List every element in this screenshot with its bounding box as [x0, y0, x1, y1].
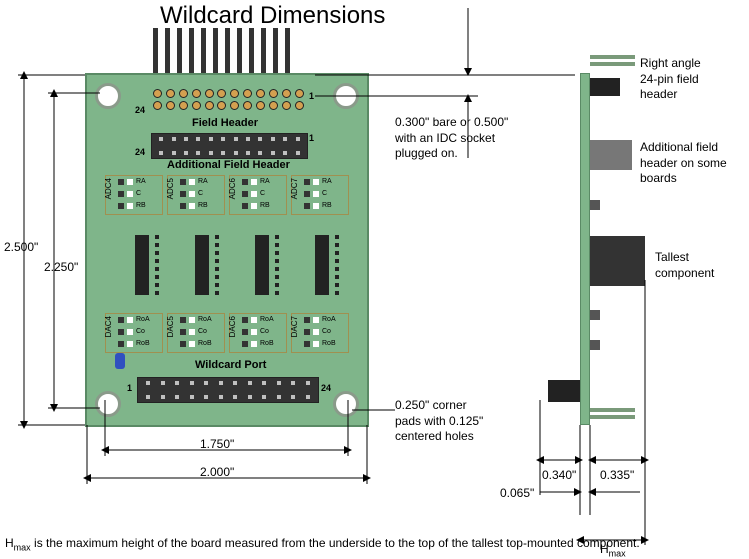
- adc-row: ADC4RACRBADC5RACRBADC6RACRBADC7RACRB: [105, 175, 349, 215]
- field-header-block: [151, 89, 306, 117]
- addl-field-header-block: [151, 133, 308, 159]
- pin-label: 24: [135, 105, 145, 115]
- dac-group: DAC6RoACoRoB: [229, 313, 287, 353]
- dip-chip: [195, 235, 209, 295]
- dim-side-board: 0.065": [500, 486, 534, 500]
- wildcard-port-label: Wildcard Port: [195, 359, 266, 371]
- pcb-top-view: 24 1 Field Header 24 1 Additional Field …: [85, 73, 369, 427]
- dac-group: DAC5RoACoRoB: [167, 313, 225, 353]
- dim-side-back: 0.335": [600, 468, 634, 482]
- adc-group: ADC7RACRB: [291, 175, 349, 215]
- addl-field-header-label: Additional Field Header: [167, 159, 290, 171]
- mounting-hole: [95, 391, 121, 417]
- dim-height-outer: 2.500": [4, 240, 38, 254]
- pin-label: 24: [321, 383, 331, 393]
- adc-group: ADC5RACRB: [167, 175, 225, 215]
- side-pin: [590, 415, 635, 419]
- side-pin: [590, 55, 635, 59]
- side-pin: [590, 62, 635, 66]
- mounting-hole: [333, 83, 359, 109]
- side-addl-header: [590, 140, 632, 170]
- mounting-hole: [333, 391, 359, 417]
- dac-row: DAC4RoACoRoBDAC5RoACoRoBDAC6RoACoRoBDAC7…: [105, 313, 349, 353]
- callout-right-angle: Right angle 24-pin field header: [640, 56, 701, 103]
- footnote: Hmax is the maximum height of the board …: [5, 536, 640, 554]
- field-header-pins: [153, 28, 290, 76]
- dim-width-outer: 2.000": [200, 465, 234, 479]
- dim-side-front: 0.340": [542, 468, 576, 482]
- callout-tallest: Tallest component: [655, 250, 714, 281]
- pcb-side-view: [580, 73, 590, 425]
- callout-addl-field: Additional field header on some boards: [640, 140, 727, 187]
- dim-height-inner: 2.250": [44, 260, 78, 274]
- dip-chip: [315, 235, 329, 295]
- pin-label: 24: [135, 147, 145, 157]
- side-bottom-header: [548, 380, 580, 402]
- mounting-hole: [95, 83, 121, 109]
- side-small-comp: [590, 340, 600, 350]
- dip-chip: [255, 235, 269, 295]
- side-pin: [590, 408, 635, 412]
- side-small-comp: [590, 310, 600, 320]
- dip-chip: [135, 235, 149, 295]
- field-header-label: Field Header: [192, 117, 258, 129]
- pin-label: 1: [309, 133, 314, 143]
- diagram-title: Wildcard Dimensions: [160, 2, 385, 30]
- wildcard-port-block: [137, 377, 319, 403]
- side-tallest-component: [590, 236, 645, 286]
- callout-bare-socket: 0.300" bare or 0.500" with an IDC socket…: [395, 115, 508, 162]
- capacitor: [115, 353, 125, 369]
- callout-corner-pads: 0.250" corner pads with 0.125" centered …: [395, 398, 483, 445]
- dac-group: DAC7RoACoRoB: [291, 313, 349, 353]
- dim-width-inner: 1.750": [200, 437, 234, 451]
- side-small-comp: [590, 200, 600, 210]
- pin-label: 1: [309, 91, 314, 101]
- adc-group: ADC6RACRB: [229, 175, 287, 215]
- dac-group: DAC4RoACoRoB: [105, 313, 163, 353]
- pin-label: 1: [127, 383, 132, 393]
- adc-group: ADC4RACRB: [105, 175, 163, 215]
- side-right-angle-hdr: [590, 78, 620, 96]
